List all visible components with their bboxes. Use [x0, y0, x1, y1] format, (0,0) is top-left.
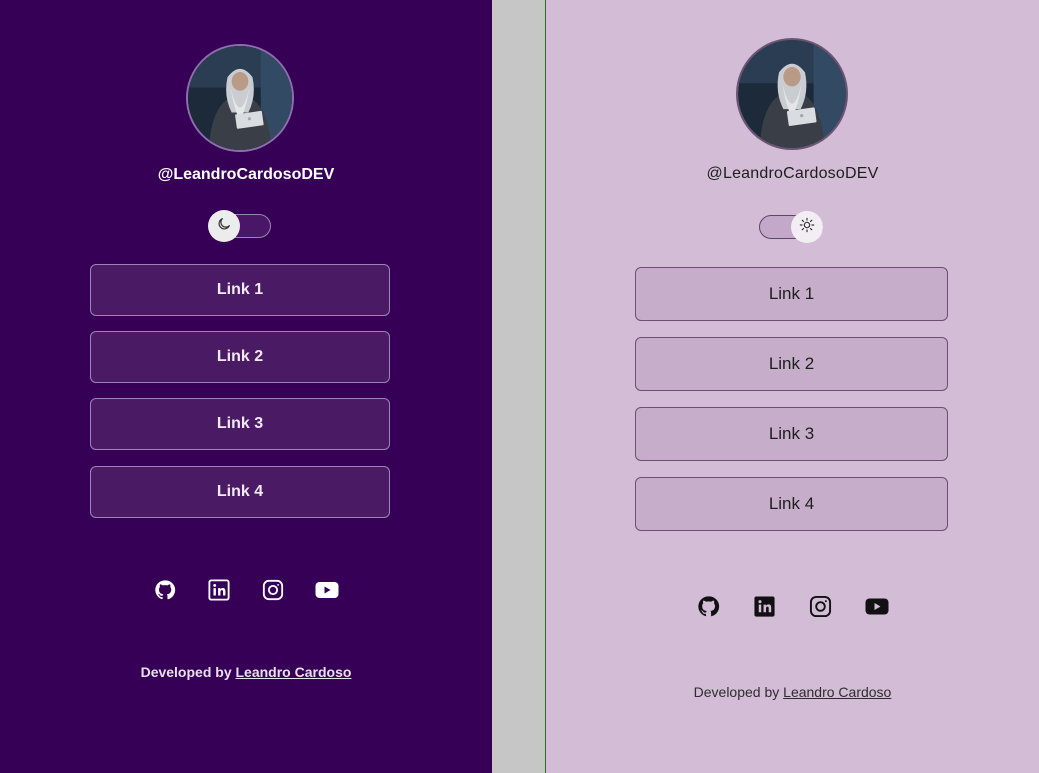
instagram-icon[interactable]	[809, 594, 833, 618]
sun-icon	[799, 217, 815, 238]
link-1-button[interactable]: Link 1	[90, 264, 390, 316]
footer: Developed by Leandro Cardoso	[546, 684, 1039, 700]
link-2-button[interactable]: Link 2	[635, 337, 948, 391]
author-link[interactable]: Leandro Cardoso	[783, 684, 891, 700]
linkedin-icon[interactable]	[753, 594, 777, 618]
github-icon[interactable]	[153, 578, 177, 602]
profile-handle: @LeandroCardosoDEV	[157, 166, 335, 183]
panel-divider	[492, 0, 545, 773]
link-2-button[interactable]: Link 2	[90, 331, 390, 383]
theme-toggle-knob[interactable]	[208, 210, 240, 242]
link-1-button[interactable]: Link 1	[635, 267, 948, 321]
profile-handle: @LeandroCardosoDEV	[706, 165, 879, 182]
footer: Developed by Leandro Cardoso	[0, 664, 492, 680]
theme-toggle-knob[interactable]	[791, 211, 823, 243]
link-3-button[interactable]: Link 3	[90, 398, 390, 450]
dark-theme-panel: @LeandroCardosoDEV Link 1 Link 2 Link 3 …	[0, 0, 492, 773]
footer-prefix: Developed by	[140, 664, 232, 680]
social-links	[546, 594, 1039, 618]
moon-icon	[216, 216, 232, 237]
link-3-button[interactable]: Link 3	[635, 407, 948, 461]
youtube-icon[interactable]	[315, 578, 339, 602]
linkedin-icon[interactable]	[207, 578, 231, 602]
github-icon[interactable]	[697, 594, 721, 618]
link-4-button[interactable]: Link 4	[90, 466, 390, 518]
avatar	[736, 38, 848, 150]
author-link[interactable]: Leandro Cardoso	[236, 664, 352, 680]
instagram-icon[interactable]	[261, 578, 285, 602]
avatar	[186, 44, 294, 152]
footer-prefix: Developed by	[693, 684, 780, 700]
link-4-button[interactable]: Link 4	[635, 477, 948, 531]
light-theme-panel: @LeandroCardosoDEV Link 1 Link 2 Link 3 …	[545, 0, 1039, 773]
social-links	[0, 578, 492, 602]
youtube-icon[interactable]	[865, 594, 889, 618]
